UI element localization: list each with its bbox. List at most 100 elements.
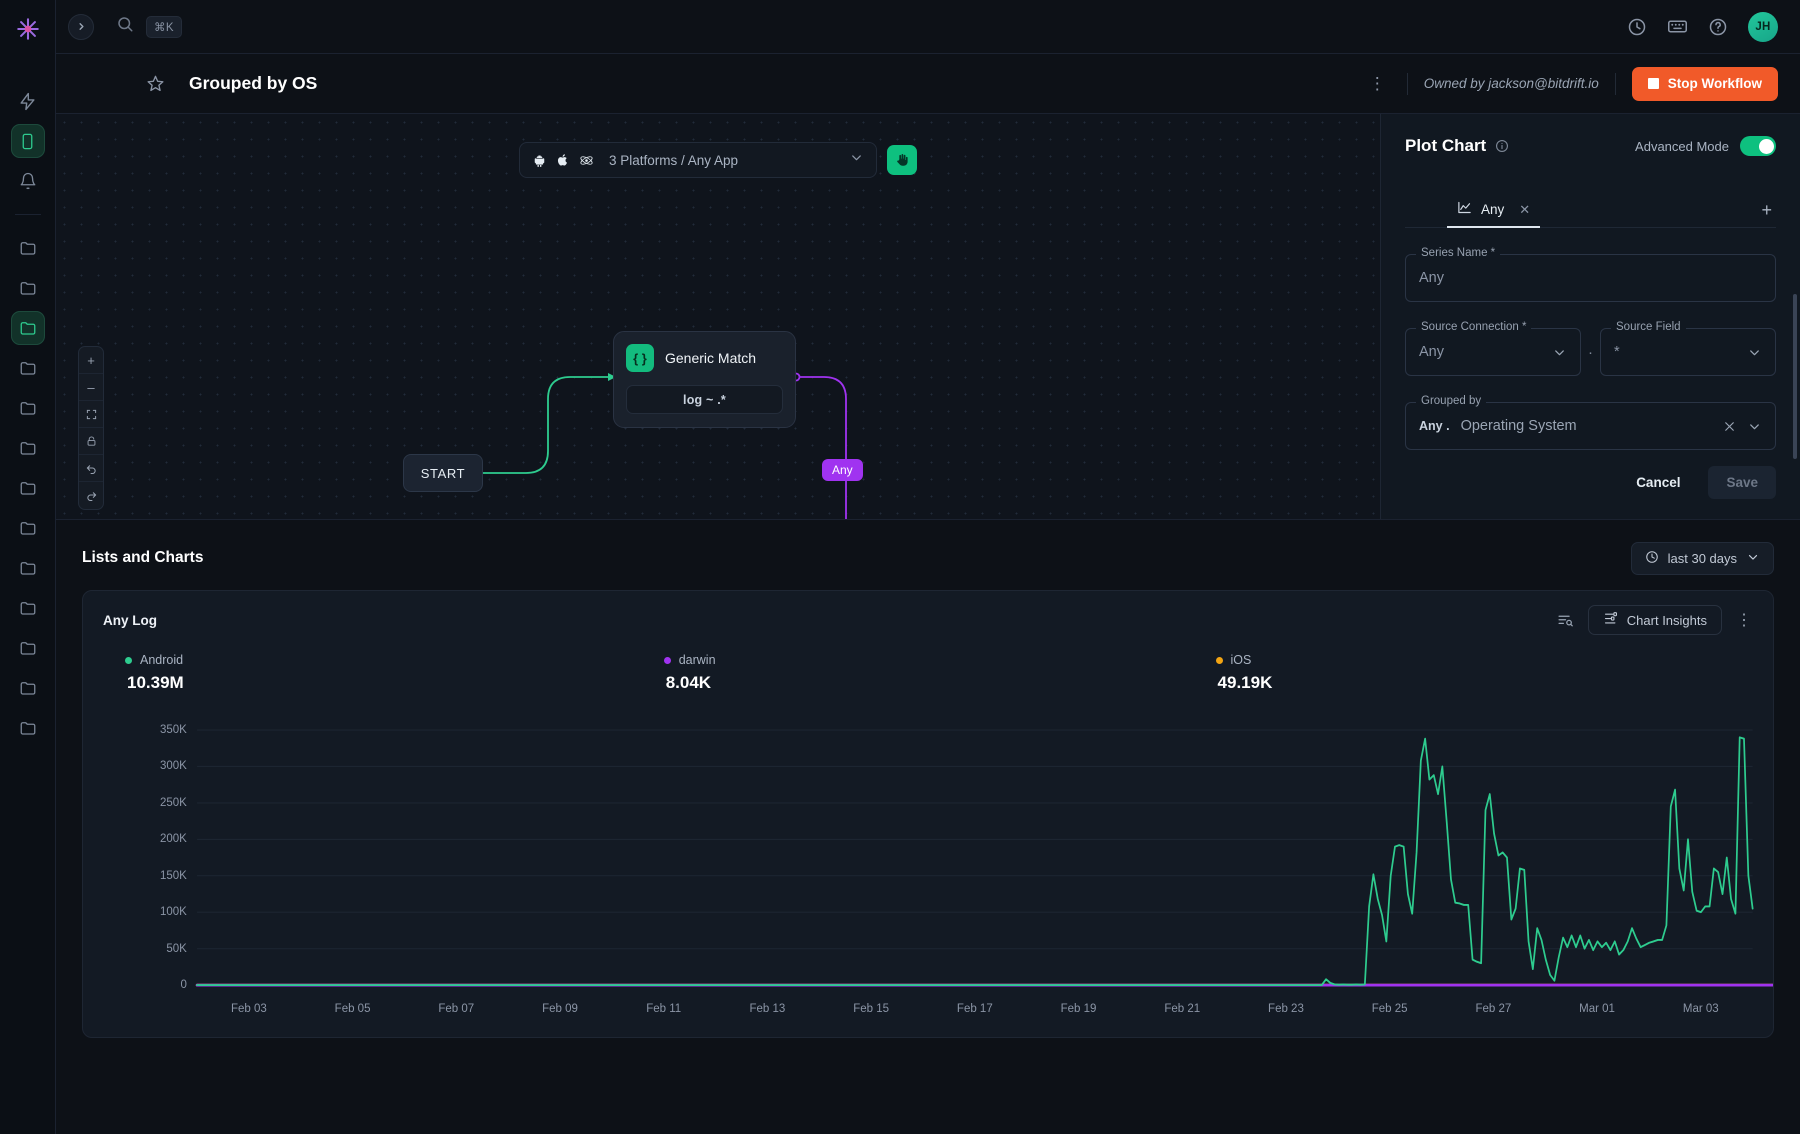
legend-item-darwin: darwin 8.04K	[664, 653, 716, 693]
source-field-label: Source Field	[1611, 321, 1686, 333]
page-header: Grouped by OS ⋮ Owned by jackson@bitdrif…	[56, 54, 1800, 114]
rail-folder-6[interactable]	[11, 471, 45, 505]
search-input[interactable]: ⌘K	[116, 15, 182, 38]
favorite-star-icon[interactable]	[146, 74, 165, 93]
divider	[1615, 73, 1616, 95]
source-field-field[interactable]: Source Field *	[1600, 328, 1776, 376]
lock-canvas-button[interactable]	[79, 428, 103, 455]
stop-workflow-label: Stop Workflow	[1668, 76, 1762, 91]
platform-selector[interactable]: 3 Platforms / Any App	[519, 142, 877, 178]
rail-folder-10[interactable]	[11, 631, 45, 665]
page-overflow-menu-icon[interactable]: ⋮	[1365, 75, 1391, 92]
page-header-actions: ⋮ Owned by jackson@bitdrift.io Stop Work…	[1365, 67, 1778, 101]
rail-folder-1[interactable]	[11, 231, 45, 265]
y-axis-tick: 100K	[160, 906, 187, 918]
node-generic-match-title: Generic Match	[665, 350, 756, 366]
x-axis-tick: Feb 27	[1475, 1003, 1511, 1015]
clear-icon[interactable]	[1722, 419, 1747, 434]
zoom-out-button[interactable]: –	[79, 374, 103, 401]
rail-folder-11[interactable]	[11, 671, 45, 705]
chevron-down-icon[interactable]	[1552, 345, 1567, 360]
node-generic-match[interactable]: { } Generic Match log ~ .*	[613, 331, 796, 428]
source-connection-value: Any	[1419, 344, 1444, 360]
chevron-down-icon[interactable]	[1747, 419, 1762, 434]
platform-selector-value: 3 Platforms / Any App	[609, 153, 738, 168]
legend-item-ios: iOS 49.19K	[1216, 653, 1273, 693]
tab-series-any[interactable]: Any ✕	[1447, 194, 1540, 228]
source-field-value: *	[1614, 344, 1620, 360]
edge-label-any[interactable]: Any	[822, 459, 863, 481]
config-panel-scrollbar[interactable]	[1793, 294, 1797, 459]
x-axis-tick: Feb 23	[1268, 1003, 1304, 1015]
rail-folder-3[interactable]	[11, 351, 45, 385]
insights-icon	[1603, 611, 1618, 629]
rail-folder-9[interactable]	[11, 591, 45, 625]
add-series-button[interactable]: +	[1761, 200, 1776, 221]
workflow-canvas[interactable]: 3 Platforms / Any App + –	[56, 114, 1380, 519]
zoom-in-button[interactable]: +	[79, 347, 103, 374]
node-start[interactable]: START	[403, 454, 483, 492]
legend-android-value: 10.39M	[127, 673, 184, 693]
legend-ios-head: iOS	[1216, 653, 1273, 667]
search-shortcut-badge: ⌘K	[146, 16, 182, 38]
series-name-field[interactable]: Series Name * Any	[1405, 254, 1776, 302]
x-axis-tick: Feb 25	[1372, 1003, 1408, 1015]
x-axis-tick: Mar 01	[1579, 1003, 1615, 1015]
legend-android-name: Android	[140, 653, 183, 667]
braces-icon: { }	[626, 344, 654, 372]
legend-color-dot	[125, 657, 132, 664]
tab-series-any-label: Any	[1481, 202, 1504, 217]
rail-folder-2[interactable]	[11, 271, 45, 305]
stop-workflow-button[interactable]: Stop Workflow	[1632, 67, 1778, 101]
rail-folder-8[interactable]	[11, 551, 45, 585]
chart-plot-area[interactable]: 050K100K150K200K250K300K350K Feb 03Feb 0…	[83, 721, 1773, 1037]
help-icon[interactable]	[1708, 17, 1728, 37]
rail-divider	[15, 214, 41, 215]
y-axis-tick: 150K	[160, 870, 187, 882]
rail-folder-12[interactable]	[11, 711, 45, 745]
legend-android-head: Android	[125, 653, 184, 667]
workspace: 3 Platforms / Any App + –	[56, 114, 1800, 520]
x-axis-tick: Feb 11	[646, 1003, 681, 1015]
x-axis-tick: Feb 19	[1061, 1003, 1097, 1015]
info-icon[interactable]	[1495, 139, 1509, 153]
y-axis-tick: 50K	[166, 943, 186, 955]
source-connection-field[interactable]: Source Connection * Any	[1405, 328, 1581, 376]
grouped-by-field[interactable]: Grouped by Any . Operating System	[1405, 402, 1776, 450]
history-icon[interactable]	[1627, 17, 1647, 37]
config-panel-actions: Cancel Save	[1620, 466, 1776, 499]
cancel-button[interactable]: Cancel	[1620, 466, 1696, 499]
rail-folder-7[interactable]	[11, 511, 45, 545]
chart-insights-button[interactable]: Chart Insights	[1588, 605, 1722, 635]
chart-overflow-menu-icon[interactable]: ⋮	[1736, 610, 1753, 630]
legend-darwin-value: 8.04K	[666, 673, 716, 693]
rail-item-workflows[interactable]	[11, 84, 45, 118]
x-axis-tick: Feb 13	[750, 1003, 786, 1015]
sidebar-expand-button[interactable]	[68, 14, 94, 40]
y-axis-tick: 0	[180, 979, 186, 991]
rail-folder-5[interactable]	[11, 431, 45, 465]
filter-list-icon[interactable]	[1557, 612, 1574, 629]
redo-button[interactable]	[79, 482, 103, 509]
rail-folder-active[interactable]	[11, 311, 45, 345]
rail-item-device[interactable]	[11, 124, 45, 158]
keyboard-icon[interactable]	[1667, 16, 1688, 37]
legend-darwin-name: darwin	[679, 653, 716, 667]
rail-item-alerts[interactable]	[11, 164, 45, 198]
undo-button[interactable]	[79, 455, 103, 482]
config-panel-header: Plot Chart Advanced Mode	[1405, 136, 1776, 156]
advanced-mode-toggle[interactable]	[1740, 136, 1776, 156]
pan-tool-button[interactable]	[887, 145, 917, 175]
chevron-down-icon[interactable]	[1747, 345, 1762, 360]
close-icon[interactable]: ✕	[1519, 202, 1530, 218]
legend-color-dot	[664, 657, 671, 664]
time-range-value: last 30 days	[1668, 551, 1737, 566]
lists-and-charts-header: Lists and Charts last 30 days	[82, 542, 1774, 574]
save-button[interactable]: Save	[1708, 466, 1776, 499]
series-name-label: Series Name *	[1416, 247, 1500, 259]
rail-folder-4[interactable]	[11, 391, 45, 425]
divider	[1407, 73, 1408, 95]
time-range-selector[interactable]: last 30 days	[1631, 542, 1774, 575]
avatar[interactable]: JH	[1748, 12, 1778, 42]
fit-view-button[interactable]	[79, 401, 103, 428]
